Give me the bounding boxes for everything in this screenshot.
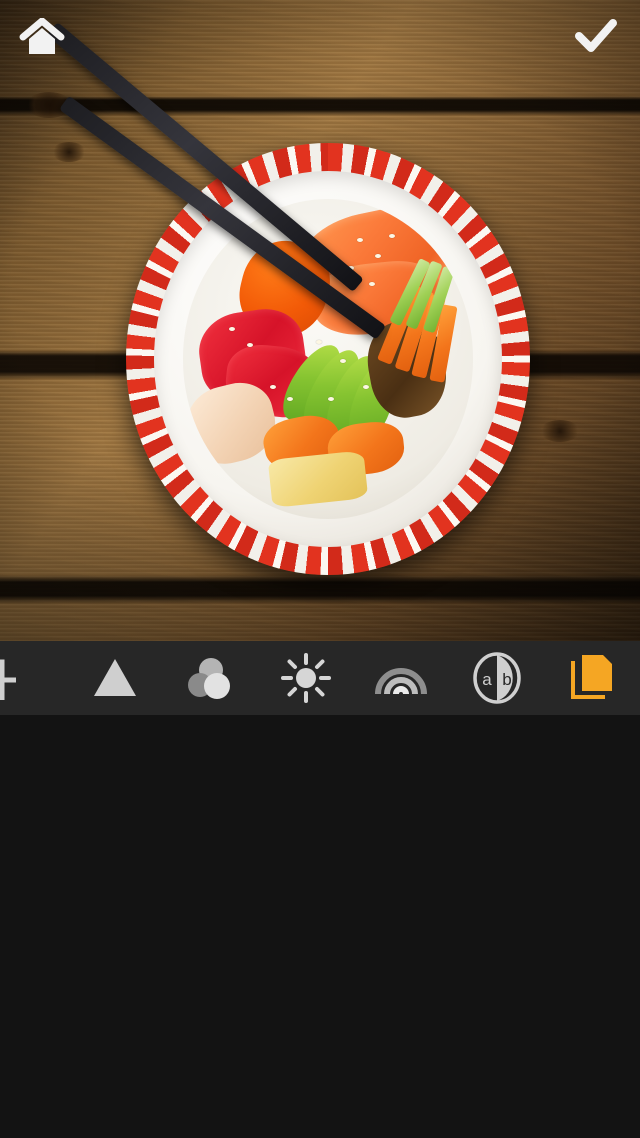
sesame-seed	[316, 339, 323, 344]
home-button[interactable]	[12, 10, 72, 66]
tool-color[interactable]	[354, 641, 449, 715]
tool-filters[interactable]	[163, 641, 258, 715]
svg-text:b: b	[502, 670, 511, 689]
sesame-seed	[269, 384, 276, 389]
tool-compare[interactable]: a b	[449, 641, 544, 715]
filters-circles-icon	[187, 658, 230, 699]
photo-canvas[interactable]	[0, 0, 640, 641]
food-contents	[182, 199, 474, 519]
editor-toolbar: a b	[0, 641, 640, 715]
rainbow-icon	[375, 668, 428, 695]
wood-knot	[540, 420, 580, 442]
sesame-seed	[339, 358, 346, 363]
tool-crop[interactable]	[0, 641, 67, 715]
photo-editor-app: a b Create new preset	[0, 0, 640, 1138]
sesame-seed	[374, 253, 381, 258]
check-icon	[575, 19, 617, 52]
svg-text:a: a	[482, 670, 492, 689]
ab-compare-icon: a b	[473, 652, 521, 704]
crop-icon	[0, 659, 16, 700]
home-icon	[19, 18, 65, 54]
sun-icon	[280, 653, 331, 703]
presets-panel: Create new preset	[0, 715, 640, 1138]
top-bar	[0, 0, 640, 74]
sesame-seed	[246, 343, 253, 347]
tamago-omelette	[267, 450, 369, 508]
wood-knot	[52, 142, 86, 162]
sesame-seed	[357, 237, 364, 242]
sushi-plate	[126, 143, 530, 575]
tool-brightness[interactable]	[258, 641, 353, 715]
pages-stack-icon	[571, 655, 613, 699]
tool-sharpen[interactable]	[67, 641, 162, 715]
tool-presets[interactable]	[545, 641, 640, 715]
triangle-icon	[94, 659, 137, 696]
done-button[interactable]	[566, 8, 626, 64]
sesame-seed	[362, 384, 369, 389]
